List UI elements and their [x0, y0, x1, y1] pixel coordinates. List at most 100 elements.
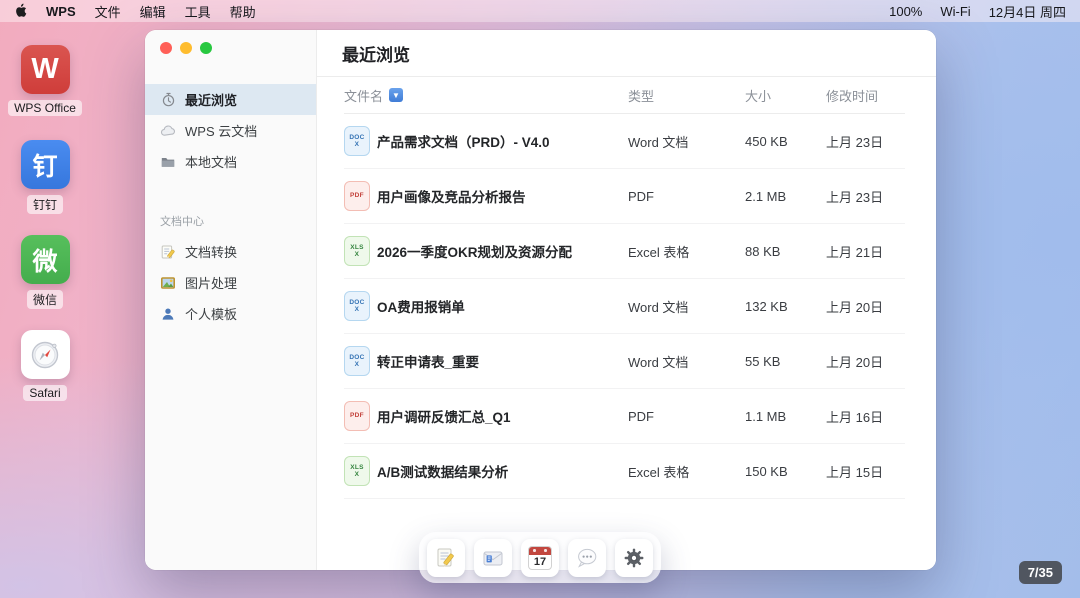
- table-row[interactable]: XLSX A/B测试数据结果分析 Excel 表格 150 KB 上月 15日: [344, 444, 905, 499]
- person-icon: [160, 306, 176, 322]
- sidebar-item-recent[interactable]: 最近浏览: [145, 84, 316, 115]
- column-filename[interactable]: 文件名: [344, 86, 383, 105]
- file-name: 2026一季度OKR规划及资源分配: [377, 241, 572, 261]
- menu-file[interactable]: 文件: [95, 2, 121, 21]
- table-row[interactable]: PDF 用户调研反馈汇总_Q1 PDF 1.1 MB 上月 16日: [344, 389, 905, 444]
- table-row[interactable]: DOCX 转正申请表_重要 Word 文档 55 KB 上月 20日: [344, 334, 905, 389]
- dock-settings-app[interactable]: [615, 539, 653, 577]
- badge-text: X: [355, 306, 360, 313]
- dock-mail-app[interactable]: [474, 539, 512, 577]
- file-modified: 上月 23日: [826, 132, 905, 151]
- docx-file-icon: DOCX: [344, 126, 370, 156]
- minimize-button[interactable]: [180, 42, 192, 54]
- wps-office-icon: W: [21, 45, 70, 94]
- calendar-icon: 17: [528, 546, 552, 570]
- file-modified: 上月 21日: [826, 242, 905, 261]
- file-type: Excel 表格: [628, 462, 745, 481]
- file-type: PDF: [628, 409, 745, 424]
- memo-icon: [160, 244, 176, 260]
- desktop-icon-wps[interactable]: W WPS Office: [0, 45, 94, 116]
- badge-text: X: [355, 361, 360, 368]
- sidebar-item-label: WPS 云文档: [185, 121, 257, 140]
- dock-notes-app[interactable]: [427, 539, 465, 577]
- sort-descending-icon[interactable]: ▼: [389, 88, 403, 102]
- menu-clock[interactable]: 12月4日 周四: [989, 2, 1066, 21]
- apple-icon: [14, 3, 27, 18]
- column-type[interactable]: 类型: [628, 86, 745, 105]
- traffic-lights: [160, 42, 212, 54]
- dock-calendar-app[interactable]: 17: [521, 539, 559, 577]
- menu-app-name[interactable]: WPS: [46, 4, 76, 19]
- menu-tools[interactable]: 工具: [185, 2, 211, 21]
- file-type: Word 文档: [628, 352, 745, 371]
- notes-icon: [434, 546, 458, 570]
- desktop-icon-label: 微信: [27, 290, 63, 309]
- page-title: 最近浏览: [317, 30, 936, 77]
- image-icon: [160, 275, 176, 291]
- file-modified: 上月 15日: [826, 462, 905, 481]
- badge-text: X: [355, 471, 360, 478]
- folder-icon: [160, 154, 176, 170]
- dingtalk-glyph: 钉: [32, 147, 57, 183]
- badge-text: PDF: [350, 412, 364, 419]
- wps-window: 最近浏览 WPS 云文档 本地文档 文档中心: [145, 30, 936, 570]
- wechat-glyph: 微: [32, 242, 57, 278]
- file-size: 450 KB: [745, 134, 826, 149]
- table-row[interactable]: DOCX OA费用报销单 Word 文档 132 KB 上月 20日: [344, 279, 905, 334]
- page-indicator-badge: 7/35: [1019, 561, 1062, 584]
- table-row[interactable]: XLSX 2026一季度OKR规划及资源分配 Excel 表格 88 KB 上月…: [344, 224, 905, 279]
- sidebar-item-label: 本地文档: [185, 152, 237, 171]
- file-size: 2.1 MB: [745, 189, 826, 204]
- menu-help[interactable]: 帮助: [230, 2, 256, 21]
- column-size[interactable]: 大小: [745, 86, 826, 105]
- mail-icon: [481, 546, 505, 570]
- messages-icon: [575, 546, 599, 570]
- sidebar-item-local-docs[interactable]: 本地文档: [145, 146, 316, 177]
- calendar-day: 17: [529, 555, 551, 570]
- menu-edit[interactable]: 编辑: [140, 2, 166, 21]
- sidebar-item-templates[interactable]: 个人模板: [145, 298, 316, 329]
- file-size: 55 KB: [745, 354, 826, 369]
- column-modified[interactable]: 修改时间: [826, 86, 905, 105]
- file-size: 1.1 MB: [745, 409, 826, 424]
- wps-glyph: W: [31, 53, 58, 86]
- file-name: 用户调研反馈汇总_Q1: [377, 406, 511, 426]
- dock-messages-app[interactable]: [568, 539, 606, 577]
- apple-menu[interactable]: [14, 4, 27, 18]
- zoom-button[interactable]: [200, 42, 212, 54]
- desktop: WPS 文件 编辑 工具 帮助 100% Wi-Fi 12月4日 周四 W WP…: [0, 0, 1080, 598]
- menu-bar: WPS 文件 编辑 工具 帮助 100% Wi-Fi 12月4日 周四: [0, 0, 1080, 22]
- badge-text: DOC: [349, 134, 364, 141]
- desktop-icon-label: 钉钉: [27, 195, 63, 214]
- file-size: 88 KB: [745, 244, 826, 259]
- battery-percent[interactable]: 100%: [889, 4, 922, 19]
- desktop-icon-dingtalk[interactable]: 钉 钉钉: [0, 140, 94, 214]
- desktop-icon-safari[interactable]: Safari: [0, 330, 94, 401]
- file-name: 转正申请表_重要: [377, 351, 479, 371]
- wifi-status[interactable]: Wi-Fi: [940, 4, 970, 19]
- badge-text: XLS: [350, 244, 364, 251]
- badge-text: X: [355, 251, 360, 258]
- desktop-icon-label: Safari: [23, 385, 66, 401]
- file-type: PDF: [628, 189, 745, 204]
- wechat-icon: 微: [21, 235, 70, 284]
- file-modified: 上月 23日: [826, 187, 905, 206]
- close-button[interactable]: [160, 42, 172, 54]
- sidebar-item-doc-convert[interactable]: 文档转换: [145, 236, 316, 267]
- clock-icon: [160, 92, 176, 108]
- file-list: DOCX 产品需求文档（PRD）- V4.0 Word 文档 450 KB 上月…: [344, 114, 905, 499]
- xlsx-file-icon: XLSX: [344, 236, 370, 266]
- sidebar-item-label: 个人模板: [185, 304, 237, 323]
- xlsx-file-icon: XLSX: [344, 456, 370, 486]
- sidebar-section-label: 文档中心: [160, 213, 316, 229]
- window-sidebar: 最近浏览 WPS 云文档 本地文档 文档中心: [145, 30, 317, 570]
- docx-file-icon: DOCX: [344, 291, 370, 321]
- file-name: 产品需求文档（PRD）- V4.0: [377, 131, 550, 151]
- sidebar-item-cloud-docs[interactable]: WPS 云文档: [145, 115, 316, 146]
- desktop-icon-wechat[interactable]: 微 微信: [0, 235, 94, 309]
- table-row[interactable]: DOCX 产品需求文档（PRD）- V4.0 Word 文档 450 KB 上月…: [344, 114, 905, 169]
- file-name: 用户画像及竞品分析报告: [377, 186, 526, 206]
- safari-compass-icon: [21, 330, 70, 379]
- sidebar-item-image-tools[interactable]: 图片处理: [145, 267, 316, 298]
- table-row[interactable]: PDF 用户画像及竞品分析报告 PDF 2.1 MB 上月 23日: [344, 169, 905, 224]
